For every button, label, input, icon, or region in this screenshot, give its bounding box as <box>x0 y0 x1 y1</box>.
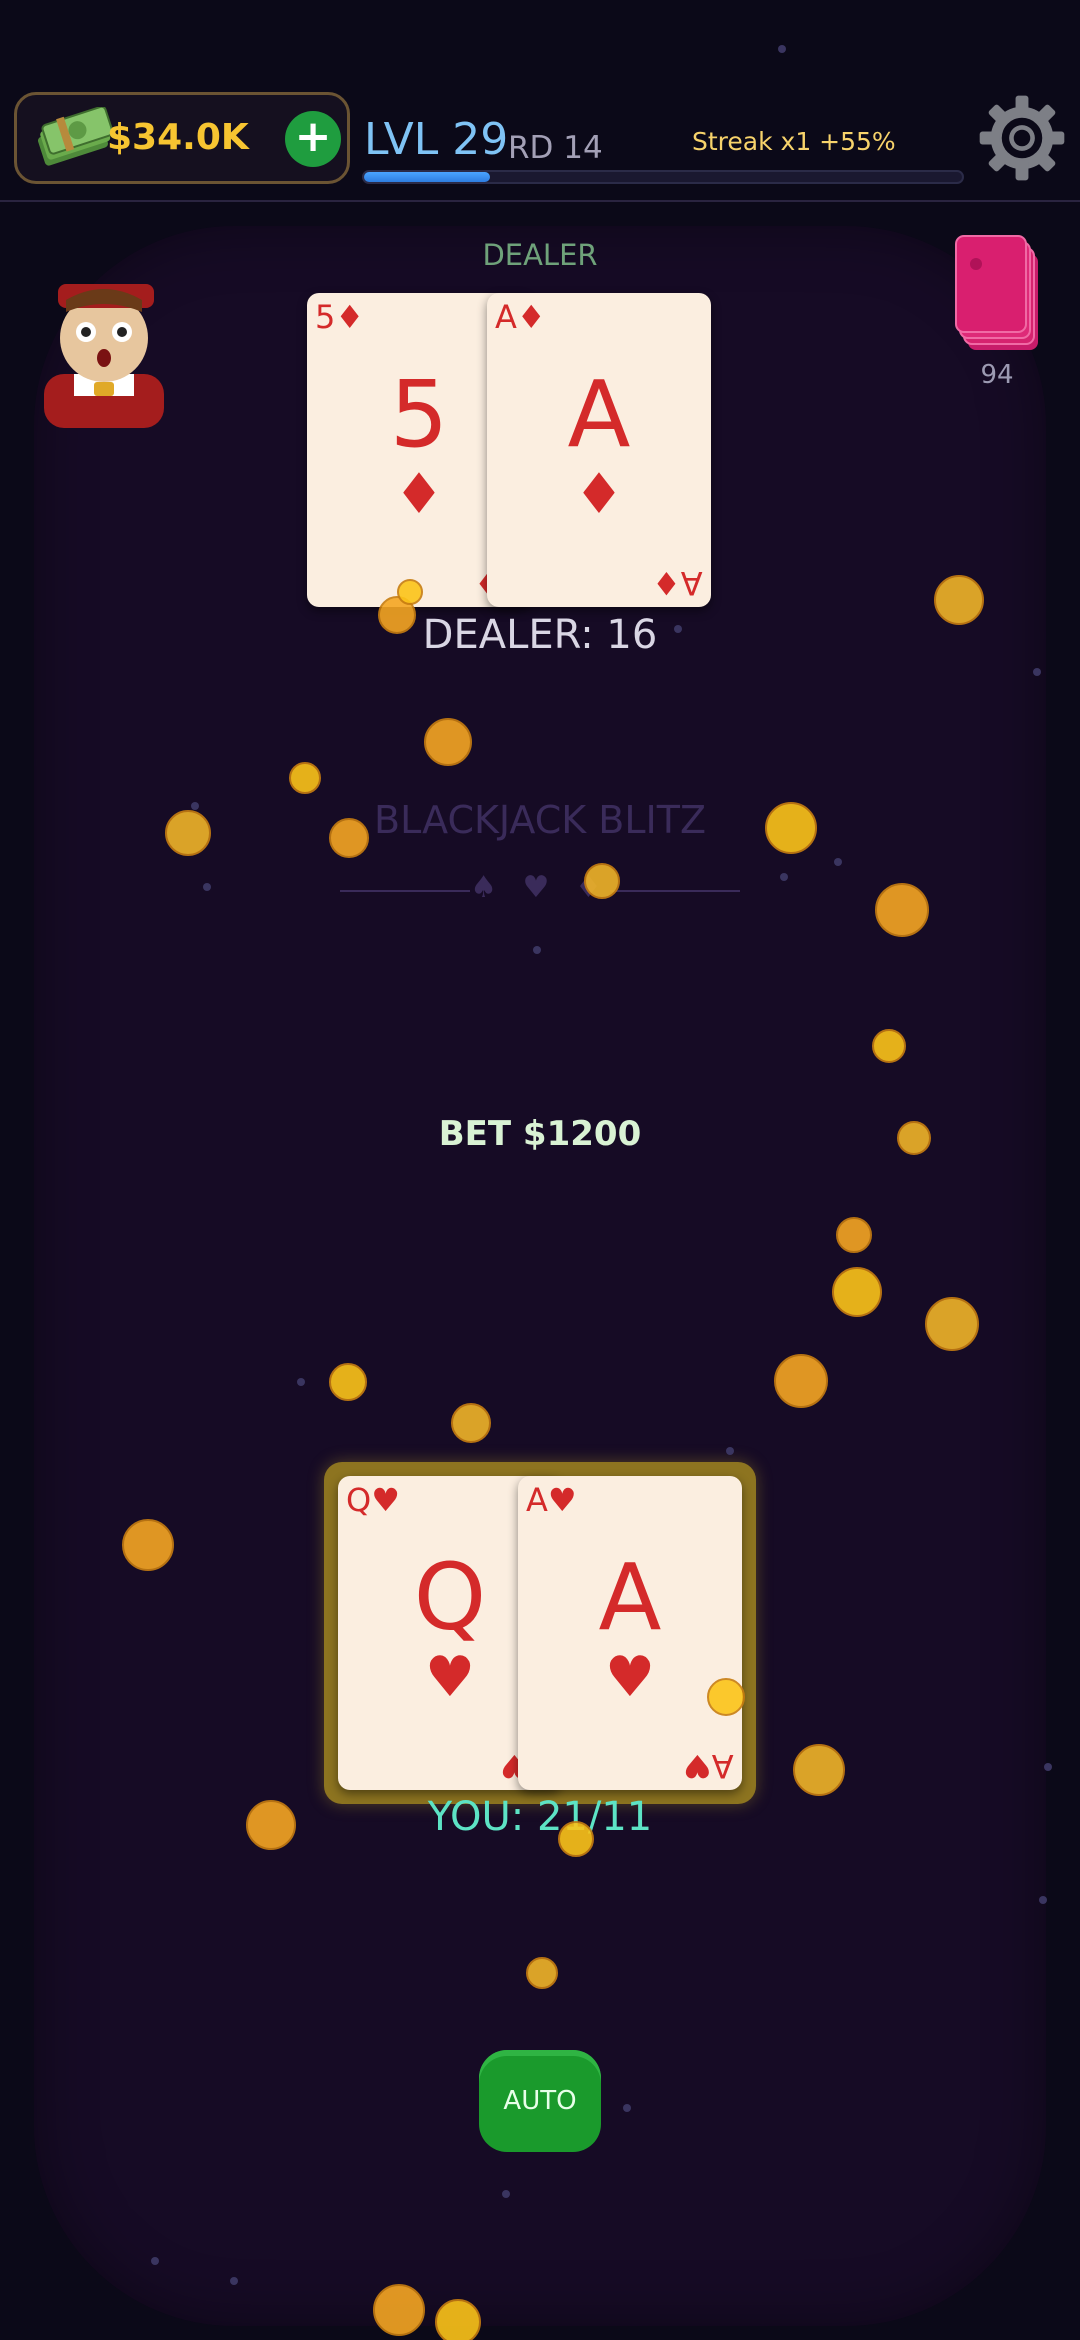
money-amount: $34.0K <box>107 117 249 158</box>
deck-count: 94 <box>980 360 1014 390</box>
dealer-card: A♦ A ♦ A♦ <box>487 293 711 607</box>
card-suit: ♦ <box>573 462 625 527</box>
xp-progress-bar <box>362 170 964 184</box>
bet-amount: BET $1200 <box>438 1114 642 1154</box>
card-corner: A♥ <box>683 1747 734 1785</box>
player-score: YOU: 21/11 <box>427 1794 653 1840</box>
card-corner: 5♦ <box>315 298 365 336</box>
card-suit: ♥ <box>604 1645 656 1710</box>
level-label: LVL 29 <box>364 114 509 165</box>
dealer-label: DEALER <box>482 238 598 272</box>
xp-progress-fill <box>364 172 490 182</box>
dust-particle <box>778 45 786 53</box>
card-rank: A <box>567 361 631 468</box>
streak-label: Streak x1 +55% <box>692 127 896 156</box>
card-corner: Q♥ <box>346 1481 400 1519</box>
card-corner: A♦ <box>495 298 546 336</box>
card-deck-icon <box>955 235 1038 350</box>
hud-divider <box>0 200 1080 202</box>
cash-icon <box>37 107 113 166</box>
dealer-avatar <box>44 284 164 428</box>
auto-button[interactable]: AUTO <box>479 2050 601 2152</box>
player-card: A♥ A ♥ A♥ <box>518 1476 742 1790</box>
gear-icon[interactable] <box>976 92 1068 184</box>
add-money-button[interactable]: + <box>285 111 341 167</box>
dealer-score: DEALER: 16 <box>422 612 658 658</box>
round-label: RD 14 <box>508 130 603 166</box>
card-corner: A♦ <box>652 564 703 602</box>
money-display: $34.0K + <box>14 92 350 184</box>
suit-icons: ♠ ♥ ♦ <box>470 870 610 905</box>
card-rank: A <box>598 1544 662 1651</box>
card-corner: A♥ <box>526 1481 577 1519</box>
table-title: BLACKJACK BLITZ <box>374 798 706 842</box>
